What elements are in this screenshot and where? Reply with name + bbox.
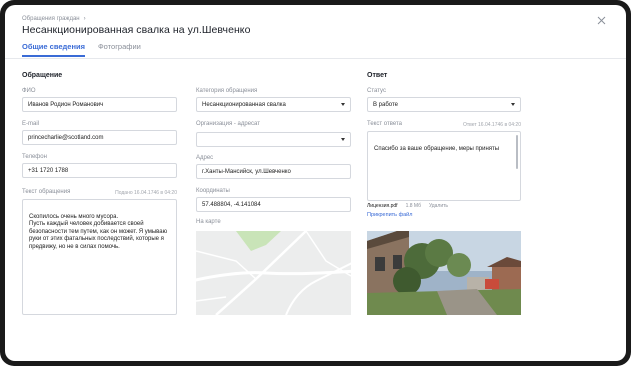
modal-window: Обращения граждан › Несанкционированная … bbox=[5, 5, 626, 361]
address-field[interactable]: г.Ханты-Мансийск, ул.Шевченко bbox=[196, 164, 351, 179]
map-image bbox=[196, 231, 351, 315]
chevron-right-icon: › bbox=[83, 16, 86, 22]
answer-scrollbar[interactable] bbox=[516, 135, 518, 169]
answer-text-area[interactable]: Спасибо за ваше обращение, меры приняты bbox=[367, 131, 521, 201]
breadcrumb[interactable]: Обращения граждан › bbox=[22, 16, 86, 22]
answer-photo[interactable] bbox=[367, 231, 521, 315]
email-label: E-mail bbox=[22, 121, 40, 127]
breadcrumb-item[interactable]: Обращения граждан bbox=[22, 16, 80, 22]
file-size: 1.8 Мб bbox=[405, 203, 421, 209]
request-text-meta: Подано 16.04.1746 в 04:20 bbox=[115, 190, 177, 196]
answer-text-meta: Ответ 16.04.1746 в 04:20 bbox=[462, 122, 521, 128]
attached-file: Лицензия.pdf 1.8 Мб Удалить bbox=[367, 203, 448, 209]
phone-field[interactable]: +31 1720 1788 bbox=[22, 163, 177, 178]
phone-value: +31 1720 1788 bbox=[28, 167, 69, 174]
dropdown-caret-icon bbox=[341, 138, 345, 141]
status-value: В работе bbox=[373, 101, 399, 108]
coords-value: 57.488804, -4.141084 bbox=[202, 201, 261, 208]
close-button[interactable] bbox=[594, 13, 608, 27]
org-label: Организация - адресат bbox=[196, 121, 260, 127]
fio-field[interactable]: Иванов Родион Романович bbox=[22, 97, 177, 112]
status-label: Статус bbox=[367, 88, 386, 94]
category-value: Несанкционированная свалка bbox=[202, 101, 286, 108]
phone-label: Телефон bbox=[22, 154, 47, 160]
address-value: г.Ханты-Мансийск, ул.Шевченко bbox=[202, 168, 291, 175]
email-value: princecharlie@scotland.com bbox=[28, 134, 104, 141]
address-label: Адрес bbox=[196, 155, 214, 161]
coords-label: Координаты bbox=[196, 188, 230, 194]
request-text-value: Скопилось очень много мусора. Пусть кажд… bbox=[29, 213, 168, 250]
fio-label: ФИО bbox=[22, 88, 36, 94]
status-select[interactable]: В работе bbox=[367, 97, 521, 112]
header-divider bbox=[5, 58, 626, 59]
photo-image bbox=[367, 231, 521, 315]
email-field[interactable]: princecharlie@scotland.com bbox=[22, 130, 177, 145]
request-section-title: Обращение bbox=[22, 72, 63, 79]
answer-text-label: Текст ответа bbox=[367, 121, 403, 127]
category-label: Категория обращения bbox=[196, 88, 258, 94]
coords-field[interactable]: 57.488804, -4.141084 bbox=[196, 197, 351, 212]
dropdown-caret-icon bbox=[511, 103, 515, 106]
device-frame: Обращения граждан › Несанкционированная … bbox=[0, 0, 631, 366]
file-delete-link[interactable]: Удалить bbox=[429, 203, 448, 209]
answer-text-value: Спасибо за ваше обращение, меры приняты bbox=[374, 145, 500, 152]
org-select[interactable] bbox=[196, 132, 351, 147]
category-select[interactable]: Несанкционированная свалка bbox=[196, 97, 351, 112]
page-title: Несанкционированная свалка на ул.Шевченк… bbox=[22, 24, 251, 36]
request-text-area[interactable]: Скопилось очень много мусора. Пусть кажд… bbox=[22, 199, 177, 315]
request-text-label: Текст обращения bbox=[22, 189, 71, 195]
dropdown-caret-icon bbox=[341, 103, 345, 106]
file-name[interactable]: Лицензия.pdf bbox=[367, 203, 398, 209]
fio-value: Иванов Родион Романович bbox=[28, 101, 104, 108]
close-icon bbox=[597, 16, 605, 24]
attach-file-link[interactable]: Прикрепить файл bbox=[367, 212, 412, 218]
tab-bar: Общие сведения Фотографии bbox=[22, 40, 141, 60]
tab-general[interactable]: Общие сведения bbox=[22, 40, 85, 60]
answer-section-title: Ответ bbox=[367, 72, 388, 79]
map-view[interactable] bbox=[196, 231, 351, 315]
tab-photos[interactable]: Фотографии bbox=[98, 40, 141, 60]
map-label: На карте bbox=[196, 219, 221, 225]
